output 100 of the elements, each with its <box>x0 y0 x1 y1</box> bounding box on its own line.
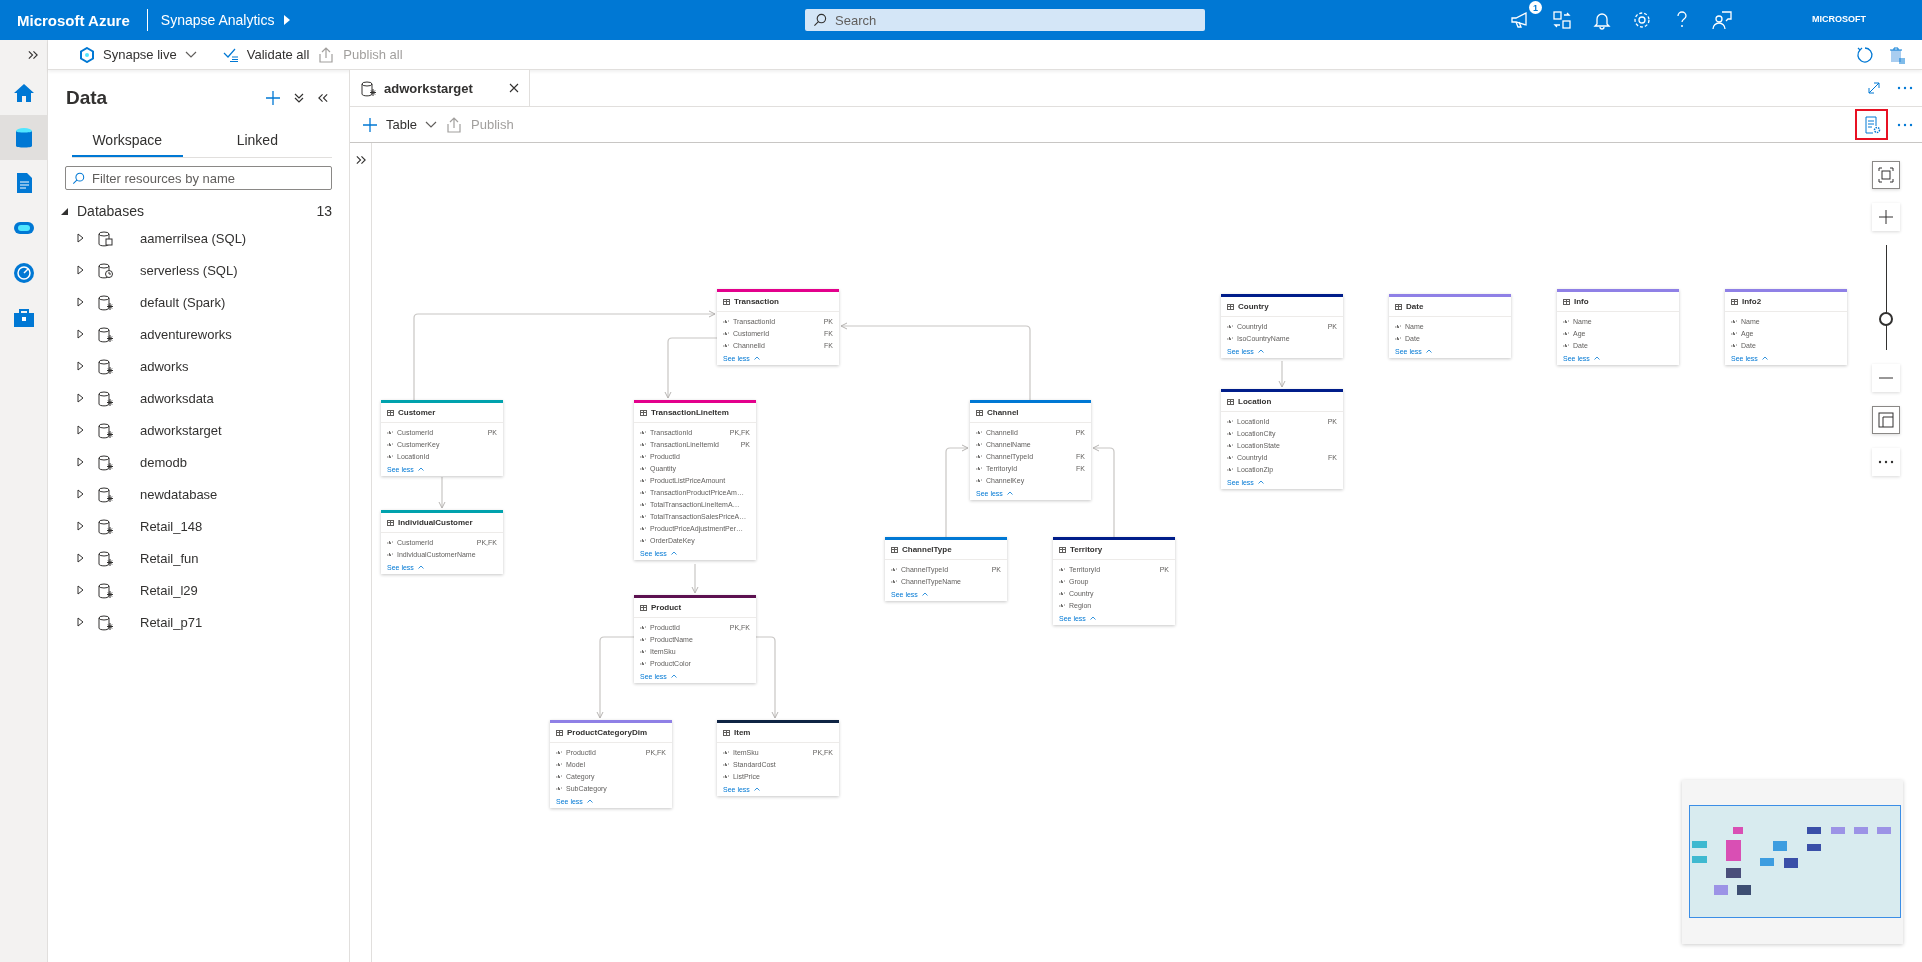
add-icon[interactable] <box>265 89 281 106</box>
expand-triangle-icon[interactable] <box>76 521 85 531</box>
database-item[interactable]: default (Spark) <box>140 294 226 310</box>
caret-up-icon <box>1761 356 1768 360</box>
column-type-icon <box>1731 343 1737 347</box>
caret-up-icon <box>1257 349 1264 353</box>
database-item[interactable]: adworksdata <box>140 390 214 406</box>
caret-icon <box>284 15 292 25</box>
database-item[interactable]: serverless (SQL) <box>140 262 238 278</box>
workspace-dropdown[interactable]: Synapse live <box>75 41 201 68</box>
database-icon <box>97 293 113 311</box>
expand-triangle-icon[interactable] <box>76 425 85 435</box>
column-type-icon <box>556 786 562 790</box>
minimap-drawing[interactable] <box>1682 780 1903 944</box>
database-item[interactable]: Retail_148 <box>140 518 203 534</box>
add-table-button[interactable]: Table <box>358 110 442 139</box>
database-icon <box>97 229 113 247</box>
column-type-icon <box>1059 603 1065 607</box>
table-icon <box>1059 546 1066 553</box>
database-item[interactable]: adworks <box>140 358 189 374</box>
table-name: IndividualCustomer <box>398 518 473 527</box>
panel-tab[interactable]: Linked <box>182 125 332 157</box>
column-type-icon <box>556 750 562 754</box>
settings-icon[interactable] <box>1632 10 1652 30</box>
caret-up-icon <box>670 674 677 678</box>
properties-icon[interactable] <box>1855 109 1888 140</box>
column-type-icon <box>640 430 646 434</box>
brand-title: Microsoft Azure <box>17 11 130 29</box>
database-item[interactable]: aamerrilsea (SQL) <box>140 230 247 246</box>
database-icon <box>97 421 113 439</box>
expand-triangle-icon[interactable] <box>76 553 85 563</box>
column-type-icon <box>1731 319 1737 323</box>
database-item[interactable]: Retail_p71 <box>140 614 203 630</box>
collapse-triangle-icon[interactable] <box>60 206 69 216</box>
expand-triangle-icon[interactable] <box>76 233 85 243</box>
table-name: Customer <box>398 408 436 417</box>
column-type-icon <box>640 625 646 629</box>
column-type-icon <box>640 454 646 458</box>
expand-triangle-icon[interactable] <box>76 489 85 499</box>
search-icon <box>72 172 85 185</box>
search-field[interactable]: Search <box>805 9 1205 31</box>
expand-triangle-icon[interactable] <box>76 617 85 627</box>
directory-switch-icon[interactable] <box>1552 10 1572 30</box>
caret-up-icon <box>417 565 424 569</box>
validate-all-button[interactable]: Validate all <box>218 41 314 68</box>
database-item[interactable]: newdatabase <box>140 486 218 502</box>
table-name: Item <box>734 728 751 737</box>
collapse-panel-icon[interactable] <box>317 92 329 103</box>
column-type-icon <box>723 750 729 754</box>
expand-triangle-icon[interactable] <box>76 297 85 307</box>
caret-up-icon <box>1593 356 1600 360</box>
minimap-toggle-icon[interactable] <box>1872 406 1900 434</box>
database-item[interactable]: Retail_fun <box>140 550 199 566</box>
column-type-icon <box>891 579 897 583</box>
tree-group-label[interactable]: Databases <box>77 203 309 219</box>
table-icon <box>976 409 983 416</box>
collapse-all-icon[interactable] <box>294 92 304 103</box>
expand-arrow-icon[interactable] <box>1868 82 1880 94</box>
expand-triangle-icon[interactable] <box>76 361 85 371</box>
expand-triangle-icon[interactable] <box>76 393 85 403</box>
table-icon <box>640 409 647 416</box>
table-icon <box>1227 303 1234 310</box>
zoom-in-icon[interactable] <box>1872 203 1900 231</box>
column-type-icon <box>891 567 897 571</box>
expand-triangle-icon[interactable] <box>76 265 85 275</box>
filter-field[interactable]: Filter resources by name <box>65 166 332 190</box>
column-type-icon <box>640 442 646 446</box>
refresh-icon[interactable] <box>1856 45 1874 64</box>
discard-icon[interactable] <box>1888 45 1906 64</box>
table-name: ChannelType <box>902 545 952 554</box>
panel-tab[interactable]: Workspace <box>72 125 183 157</box>
database-item[interactable]: demodb <box>140 454 187 470</box>
slider-thumb[interactable] <box>1879 311 1893 326</box>
data-tab[interactable] <box>0 115 47 160</box>
column-type-icon <box>640 649 646 653</box>
column-type-icon <box>1731 331 1737 335</box>
column-type-icon <box>1059 567 1065 571</box>
fit-to-screen-icon[interactable] <box>1872 161 1900 189</box>
expand-triangle-icon[interactable] <box>76 329 85 339</box>
database-item[interactable]: adworkstarget <box>140 422 222 438</box>
expand-triangle-icon[interactable] <box>76 457 85 467</box>
zoom-out-icon[interactable] <box>1872 364 1900 392</box>
person-feedback-icon[interactable] <box>1712 10 1732 30</box>
column-type-icon <box>387 442 393 446</box>
breadcrumb-link[interactable]: Synapse Analytics <box>160 12 292 28</box>
table-card[interactable] <box>634 400 756 560</box>
notifications-icon[interactable] <box>1592 10 1612 30</box>
caret-up-icon <box>1257 480 1264 484</box>
column-type-icon <box>976 442 982 446</box>
column-type-icon <box>387 454 393 458</box>
expand-icon[interactable] <box>27 50 39 60</box>
expand-triangle-icon[interactable] <box>76 585 85 595</box>
database-item[interactable]: adventureworks <box>140 326 232 342</box>
caret-up-icon <box>753 356 760 360</box>
column-type-icon <box>1395 336 1401 340</box>
database-item[interactable]: Retail_l29 <box>140 582 198 598</box>
notification-badge: 1 <box>1529 1 1542 14</box>
database-icon <box>360 79 376 97</box>
upload-icon <box>317 45 336 64</box>
database-icon <box>97 389 113 407</box>
